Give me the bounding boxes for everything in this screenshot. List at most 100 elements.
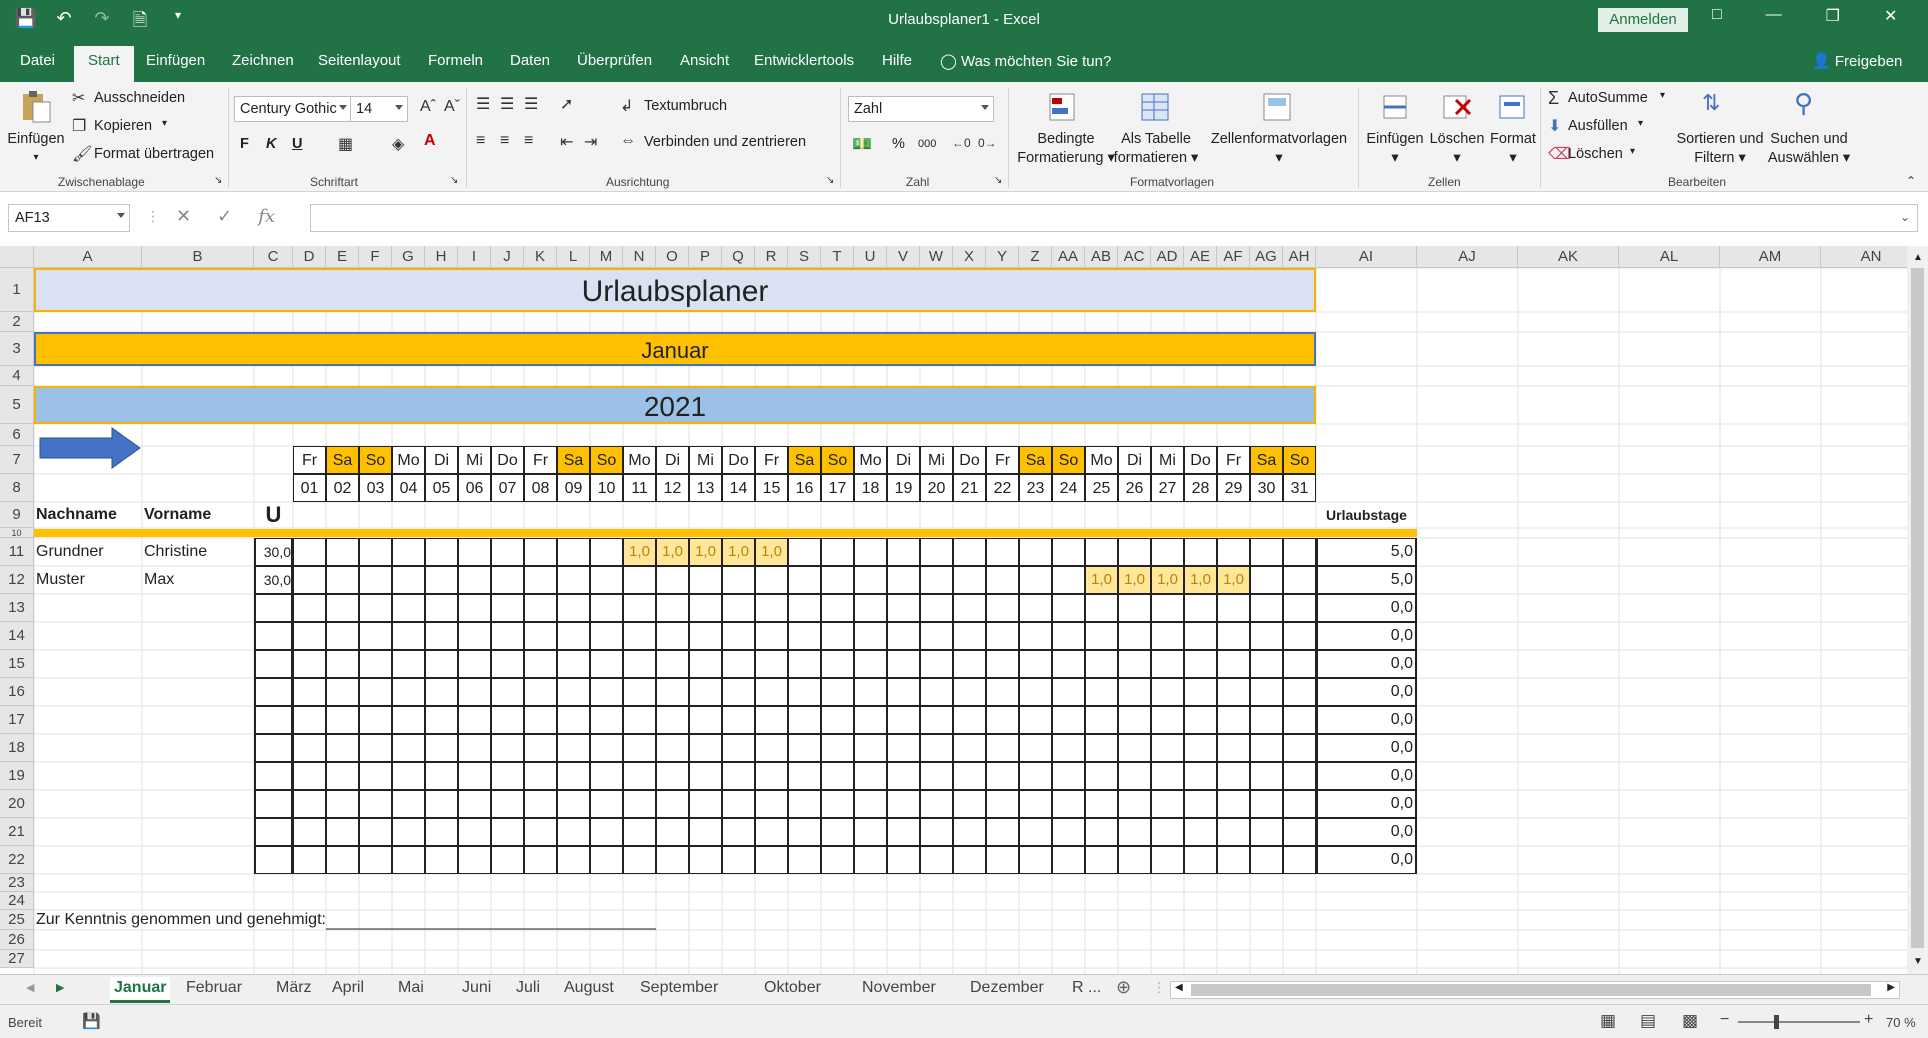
grid-cell[interactable]: [1118, 734, 1151, 762]
grid-cell[interactable]: [887, 790, 920, 818]
grid-cell[interactable]: [821, 678, 854, 706]
grid-cell[interactable]: [1184, 678, 1217, 706]
column-header[interactable]: X: [953, 246, 986, 268]
grid-cell[interactable]: [722, 706, 755, 734]
grid-cell[interactable]: [854, 594, 887, 622]
shrink-font-icon[interactable]: Aˇ: [444, 98, 460, 116]
tab-start[interactable]: Start: [74, 46, 134, 82]
horizontal-scrollbar[interactable]: ◀ ▶: [1170, 981, 1900, 999]
column-header[interactable]: S: [788, 246, 821, 268]
grid-cell[interactable]: [1217, 706, 1250, 734]
row-header[interactable]: 26: [0, 930, 34, 950]
weekday-cell[interactable]: Fr: [755, 446, 788, 474]
total-cell[interactable]: 0,0: [1316, 762, 1417, 790]
cut-button[interactable]: Ausschneiden: [94, 90, 185, 106]
grid-cell[interactable]: [920, 846, 953, 874]
cell-styles-button[interactable]: Zellenformatvorlagen ▾: [1204, 130, 1354, 168]
grid-cell[interactable]: [920, 650, 953, 678]
clear-button[interactable]: Löschen: [1568, 146, 1623, 162]
row-header[interactable]: 22: [0, 846, 34, 874]
wrap-text-button[interactable]: Textumbruch: [644, 98, 727, 114]
grid-cell[interactable]: [1250, 846, 1283, 874]
grid-cell[interactable]: [590, 678, 623, 706]
grid-cell[interactable]: [854, 566, 887, 594]
grid-cell[interactable]: [1217, 678, 1250, 706]
magnifier-icon[interactable]: ⚲: [1794, 88, 1813, 119]
grid-cell[interactable]: [920, 818, 953, 846]
grid-cell[interactable]: [986, 790, 1019, 818]
grid-cell[interactable]: [788, 650, 821, 678]
title-cell[interactable]: Urlaubsplaner: [34, 268, 1316, 312]
weekday-cell[interactable]: Mo: [1085, 446, 1118, 474]
formula-input[interactable]: [310, 204, 1918, 232]
leave-cell[interactable]: 1,0: [1086, 567, 1117, 593]
row-header[interactable]: 6: [0, 424, 34, 446]
column-header[interactable]: AA: [1052, 246, 1085, 268]
grid-cell[interactable]: [1118, 594, 1151, 622]
column-header[interactable]: L: [557, 246, 590, 268]
grid-cell[interactable]: [293, 650, 326, 678]
grid-cell[interactable]: [1085, 706, 1118, 734]
grid-cell[interactable]: [920, 538, 953, 566]
grid-cell[interactable]: [491, 762, 524, 790]
grid-cell[interactable]: [1184, 706, 1217, 734]
grid-cell[interactable]: [590, 650, 623, 678]
day-cell[interactable]: 18: [854, 474, 887, 502]
grid-cell[interactable]: [392, 818, 425, 846]
leave-cell[interactable]: 1,0: [624, 539, 655, 565]
grid-cell[interactable]: [623, 566, 656, 594]
grid-cell[interactable]: [986, 538, 1019, 566]
weekday-cell[interactable]: So: [359, 446, 392, 474]
total-cell[interactable]: 0,0: [1316, 846, 1417, 874]
paste-button[interactable]: Einfügen: [4, 130, 68, 149]
scroll-down-icon[interactable]: ▼: [1913, 956, 1923, 967]
grid-cell[interactable]: [254, 790, 293, 818]
grid-cell[interactable]: [1151, 650, 1184, 678]
grid-cell[interactable]: [392, 762, 425, 790]
grid-cell[interactable]: [1151, 734, 1184, 762]
grid-cell[interactable]: [623, 846, 656, 874]
lastname-cell[interactable]: Grundner: [36, 538, 144, 566]
scroll-right-icon[interactable]: ▶: [1887, 982, 1895, 993]
grid-cell[interactable]: [524, 818, 557, 846]
bold-button[interactable]: F: [240, 136, 249, 152]
grid-cell[interactable]: [887, 762, 920, 790]
grid-cell[interactable]: [689, 622, 722, 650]
grid-cell[interactable]: [425, 818, 458, 846]
grid-cell[interactable]: [1052, 566, 1085, 594]
decrease-decimal-icon[interactable]: 0→: [978, 136, 997, 150]
weekday-cell[interactable]: Do: [953, 446, 986, 474]
grid-cell[interactable]: [986, 650, 1019, 678]
grid-cell[interactable]: [557, 762, 590, 790]
grid-cell[interactable]: [788, 734, 821, 762]
leave-cell[interactable]: 1,0: [690, 539, 721, 565]
grid-cell[interactable]: [458, 650, 491, 678]
copy-caret-icon[interactable]: ▾: [162, 118, 167, 129]
day-cell[interactable]: 04: [392, 474, 425, 502]
day-cell[interactable]: 28: [1184, 474, 1217, 502]
grid-cell[interactable]: [524, 706, 557, 734]
column-header[interactable]: P: [689, 246, 722, 268]
grid-cell[interactable]: [722, 762, 755, 790]
grid-cell[interactable]: [1217, 818, 1250, 846]
tab-entwicklertools[interactable]: Entwicklertools: [754, 52, 854, 69]
grid-cell[interactable]: [1250, 818, 1283, 846]
sheet-tab[interactable]: Januar: [110, 977, 171, 1003]
grid-cell[interactable]: [491, 734, 524, 762]
align-bottom-icon[interactable]: ☰: [524, 94, 538, 114]
grid-cell[interactable]: [1052, 734, 1085, 762]
leave-cell[interactable]: 1,0: [1185, 567, 1216, 593]
weekday-cell[interactable]: So: [1283, 446, 1316, 474]
grid-cell[interactable]: [326, 566, 359, 594]
leave-cell[interactable]: 1,0: [756, 539, 787, 565]
tab-seitenlayout[interactable]: Seitenlayout: [318, 52, 401, 69]
grid-cell[interactable]: [392, 622, 425, 650]
grid-cell[interactable]: [392, 538, 425, 566]
autosum-caret-icon[interactable]: ▾: [1660, 90, 1665, 101]
grid-cell[interactable]: [755, 678, 788, 706]
grid-cell[interactable]: [1250, 734, 1283, 762]
grid-cell[interactable]: [953, 622, 986, 650]
grid-cell[interactable]: [254, 818, 293, 846]
grid-cell[interactable]: [254, 762, 293, 790]
grid-cell[interactable]: [986, 706, 1019, 734]
